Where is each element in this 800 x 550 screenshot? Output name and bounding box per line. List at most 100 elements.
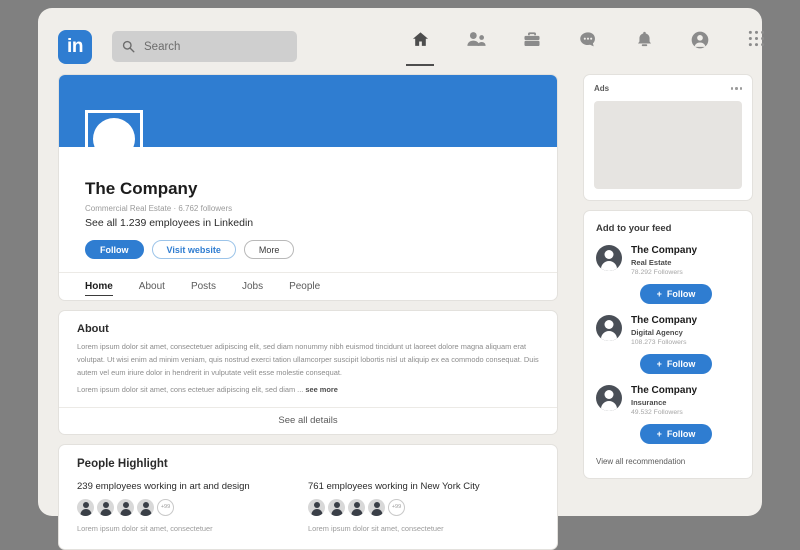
ads-header: Ads xyxy=(594,84,742,93)
about-card: About Lorem ipsum dolor sit amet, consec… xyxy=(58,310,558,435)
feed-suggestion-row: The Company Digital Agency 108.273 Follo… xyxy=(596,315,740,346)
search-icon xyxy=(122,40,135,53)
page-body: The Company Commercial Real Estate · 6.7… xyxy=(38,68,762,550)
ad-placeholder-image[interactable] xyxy=(594,101,742,189)
avatar-overflow-badge[interactable]: +99 xyxy=(157,498,174,516)
nav-profile[interactable] xyxy=(683,30,717,66)
home-icon xyxy=(412,32,428,46)
ads-card: Ads xyxy=(583,74,753,201)
highlight-column-new-york: 761 employees working in New York City +… xyxy=(308,481,539,533)
app-window: in Search The Company Commercial Real Es… xyxy=(38,8,764,550)
company-logo-circle xyxy=(93,118,135,160)
avatar xyxy=(596,315,622,341)
avatar xyxy=(596,385,622,411)
bell-icon xyxy=(637,31,651,47)
about-content: About Lorem ipsum dolor sit amet, consec… xyxy=(59,311,557,407)
avatar xyxy=(328,498,345,516)
nav-apps-grid[interactable] xyxy=(739,30,773,66)
see-all-details-button[interactable]: See all details xyxy=(59,406,557,434)
ads-title: Ads xyxy=(594,84,610,93)
feed-company-name[interactable]: The Company xyxy=(631,315,697,326)
avatar xyxy=(77,498,94,516)
highlight-note: Lorem ipsum dolor sit amet, consectetuer xyxy=(77,523,213,533)
nav-jobs[interactable] xyxy=(515,30,549,66)
view-all-recommendation-link[interactable]: View all recommendation xyxy=(596,457,740,466)
avatar xyxy=(137,498,154,516)
profile-tabs: Home About Posts Jobs People xyxy=(59,272,557,300)
search-placeholder-text: Search xyxy=(144,40,181,53)
search-input[interactable]: Search xyxy=(112,31,297,62)
feed-follow-button[interactable]: + Follow xyxy=(640,354,712,374)
people-highlight-heading: People Highlight xyxy=(77,457,168,470)
feed-follow-button[interactable]: + Follow xyxy=(640,424,712,444)
message-bubble-icon xyxy=(580,32,595,47)
main-column: The Company Commercial Real Estate · 6.7… xyxy=(58,74,558,550)
avatar xyxy=(97,498,114,516)
plus-icon: + xyxy=(656,359,662,369)
feed-suggestion-info: The Company Real Estate 78.292 Followers xyxy=(631,245,697,276)
feed-suggestion-row: The Company Real Estate 78.292 Followers xyxy=(596,245,740,276)
feed-company-followers: 78.292 Followers xyxy=(631,269,683,276)
see-more-link[interactable]: see more xyxy=(305,385,337,394)
grid-apps-icon xyxy=(748,30,764,47)
avatar xyxy=(308,498,325,516)
feed-company-name[interactable]: The Company xyxy=(631,385,697,396)
highlight-note: Lorem ipsum dolor sit amet, consectetuer xyxy=(308,523,444,533)
feed-suggestion-info: The Company Digital Agency 108.273 Follo… xyxy=(631,315,697,346)
people-icon xyxy=(466,32,486,46)
add-to-feed-heading: Add to your feed xyxy=(596,223,672,234)
feed-company-role: Insurance xyxy=(631,398,667,407)
company-profile-card: The Company Commercial Real Estate · 6.7… xyxy=(58,74,558,301)
briefcase-icon xyxy=(524,32,540,46)
feed-follow-label: Follow xyxy=(666,289,696,299)
people-highlight-columns: 239 employees working in art and design … xyxy=(77,481,539,533)
action-buttons: Follow Visit website More xyxy=(85,240,533,259)
about-truncated-text: Lorem ipsum dolor sit amet, cons ectetue… xyxy=(77,384,304,394)
avatar-group: +99 xyxy=(77,498,308,516)
nav-notifications[interactable] xyxy=(627,30,661,66)
nav-network[interactable] xyxy=(459,30,493,66)
tab-posts[interactable]: Posts xyxy=(191,273,216,300)
feed-suggestion-item: The Company Digital Agency 108.273 Follo… xyxy=(596,315,740,374)
page-title: The Company xyxy=(85,179,198,198)
feed-follow-label: Follow xyxy=(666,429,696,439)
sidebar-column: Ads Add to your feed The Company Real Es… xyxy=(583,74,753,479)
feed-follow-label: Follow xyxy=(666,359,696,369)
about-paragraph: Lorem ipsum dolor sit amet, consectetuer… xyxy=(77,342,539,377)
highlight-column-art-design: 239 employees working in art and design … xyxy=(77,481,308,533)
nav-home[interactable] xyxy=(403,30,437,66)
people-highlight-card: People Highlight 239 employees working i… xyxy=(58,443,558,550)
primary-nav xyxy=(403,30,773,66)
nav-messaging[interactable] xyxy=(571,30,605,66)
feed-suggestion-item: The Company Real Estate 78.292 Followers… xyxy=(596,245,740,304)
about-heading: About xyxy=(77,323,109,335)
linkedin-logo-icon[interactable]: in xyxy=(58,30,92,64)
company-logo xyxy=(85,110,143,168)
add-to-feed-card: Add to your feed The Company Real Estate… xyxy=(583,210,753,479)
avatar-overflow-badge[interactable]: +99 xyxy=(388,498,405,516)
feed-suggestion-row: The Company Insurance 49.532 Followers xyxy=(596,385,740,416)
company-subtitle: Commercial Real Estate · 6.762 followers xyxy=(85,204,233,213)
tab-jobs[interactable]: Jobs xyxy=(242,273,263,300)
top-navigation-bar: in Search xyxy=(38,8,764,68)
highlight-heading: 761 employees working in New York City xyxy=(308,480,480,492)
feed-company-name[interactable]: The Company xyxy=(631,245,697,256)
employees-link[interactable]: See all 1.239 employees in Linkedin xyxy=(85,217,533,229)
follow-button[interactable]: Follow xyxy=(85,240,144,259)
highlight-heading: 239 employees working in art and design xyxy=(77,480,250,492)
feed-company-followers: 108.273 Followers xyxy=(631,339,687,346)
cover-banner xyxy=(59,75,557,168)
more-options-icon[interactable] xyxy=(730,87,742,90)
people-highlight-content: People Highlight 239 employees working i… xyxy=(59,445,557,549)
avatar-group: +99 xyxy=(308,498,539,516)
feed-follow-button[interactable]: + Follow xyxy=(640,284,712,304)
about-truncated-line: Lorem ipsum dolor sit amet, cons ectetue… xyxy=(77,384,539,397)
feed-suggestion-info: The Company Insurance 49.532 Followers xyxy=(631,385,697,416)
avatar xyxy=(368,498,385,516)
tab-people[interactable]: People xyxy=(289,273,320,300)
tab-about[interactable]: About xyxy=(139,273,165,300)
visit-website-button[interactable]: Visit website xyxy=(151,240,236,259)
tab-home[interactable]: Home xyxy=(85,273,113,300)
more-button[interactable]: More xyxy=(243,240,295,259)
avatar xyxy=(348,498,365,516)
